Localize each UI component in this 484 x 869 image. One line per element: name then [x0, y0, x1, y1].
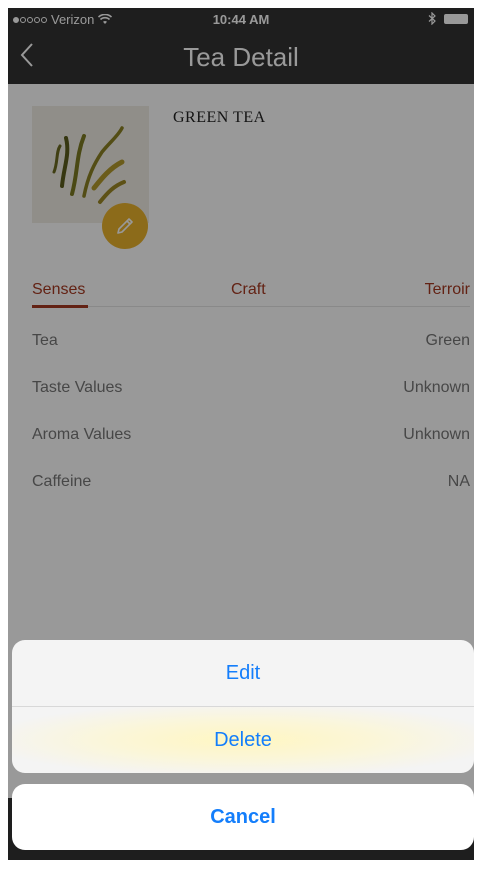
delete-button[interactable]: Delete	[12, 707, 474, 773]
cancel-button[interactable]: Cancel	[12, 784, 474, 850]
action-sheet: Edit Delete	[12, 640, 474, 773]
delete-label: Delete	[214, 728, 272, 751]
edit-button[interactable]: Edit	[12, 640, 474, 706]
edit-label: Edit	[225, 661, 261, 684]
cancel-label: Cancel	[210, 805, 276, 828]
